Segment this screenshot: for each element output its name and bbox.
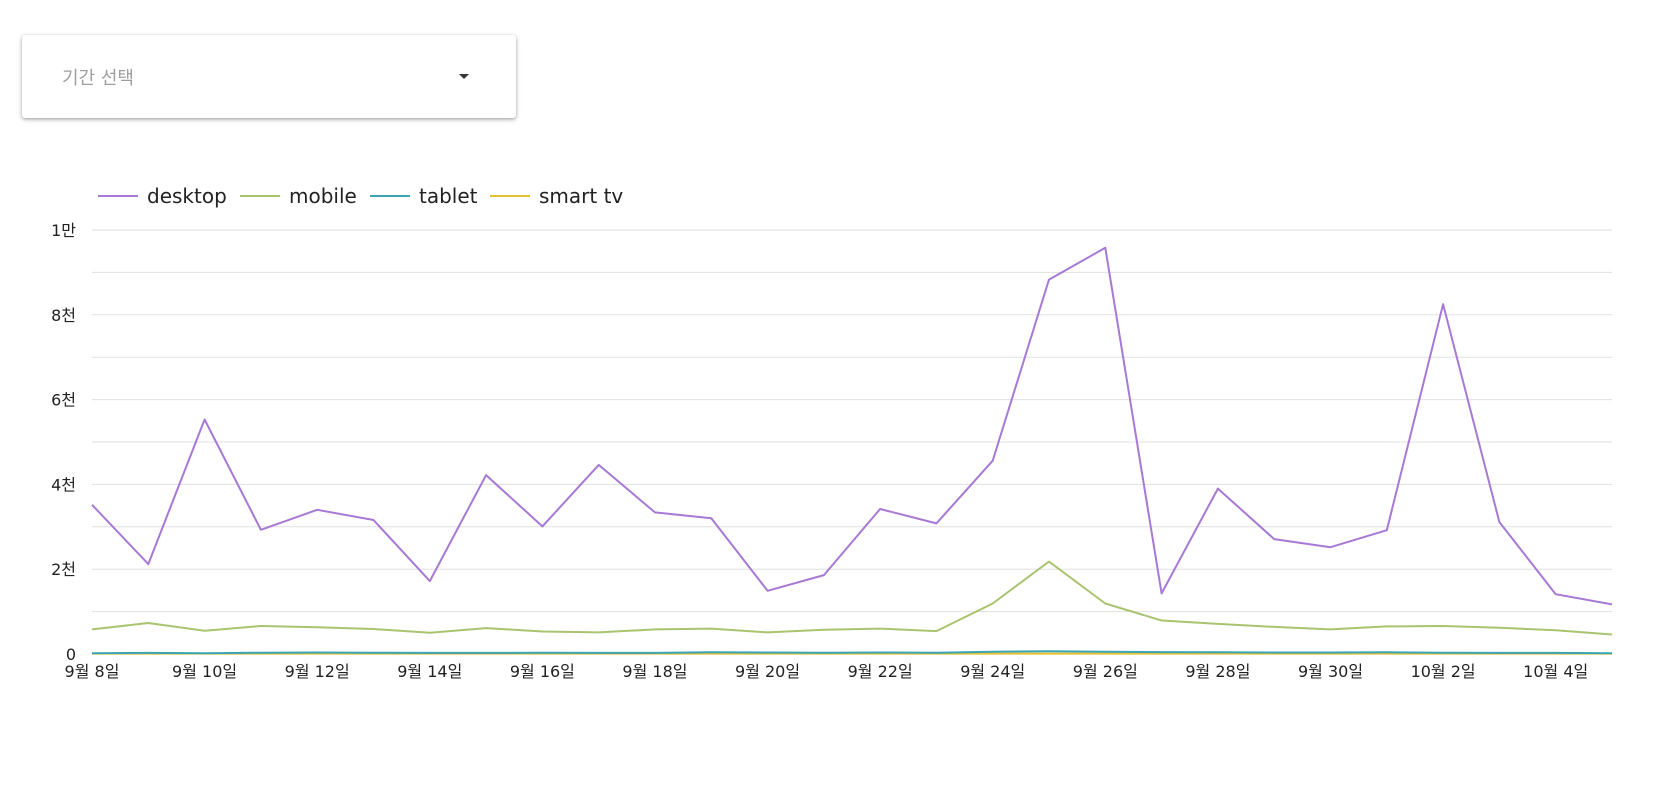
page: 기간 선택 0 2천 4천 6천 8천 1만 9월 8일 9월 10일 9월 12일 9월 14… (0, 0, 1672, 788)
y-tick-label: 4천 (51, 475, 76, 494)
x-tick-label: 9월 16일 (510, 662, 575, 681)
x-tick-label: 9월 8일 (65, 662, 120, 681)
x-tick-label: 9월 24일 (960, 662, 1025, 681)
y-axis-ticks: 02천4천6천8천1만 (51, 221, 76, 664)
x-tick-label: 9월 10일 (172, 662, 237, 681)
x-tick-label: 9월 12일 (285, 662, 350, 681)
legend-item-desktop[interactable]: desktop (98, 184, 227, 208)
series-line-mobile (91, 560, 1613, 636)
series-line-tablet (91, 650, 1613, 655)
chart-gridlines (92, 229, 1612, 655)
y-tick-label: 8천 (51, 306, 76, 325)
x-tick-label: 9월 20일 (735, 662, 800, 681)
legend-label: smart tv (539, 184, 623, 208)
y-tick-label: 6천 (51, 391, 76, 410)
chart-legend[interactable]: desktop mobile tablet smart tv (98, 184, 623, 208)
x-tick-label: 9월 26일 (1073, 662, 1138, 681)
legend-label: tablet (419, 184, 478, 208)
legend-item-tablet[interactable]: tablet (370, 184, 478, 208)
x-axis-ticks: 9월 8일 9월 10일 9월 12일 9월 14일 9월 16일 9월 18일 9월 20… (65, 662, 1589, 681)
x-tick-label: 9월 28일 (1185, 662, 1250, 681)
legend-item-smart-tv[interactable]: smart tv (490, 184, 623, 208)
x-tick-label: 9월 30일 (1298, 662, 1363, 681)
x-tick-label: 9월 18일 (622, 662, 687, 681)
y-tick-label: 1만 (51, 221, 76, 240)
traffic-line-chart: 02천4천6천8천1만 9월 8일 9월 10일 9월 12일 9월 14일 9월 16… (51, 184, 1613, 681)
chart-series (91, 246, 1613, 655)
x-tick-label: 10월 4일 (1523, 662, 1588, 681)
legend-label: mobile (289, 184, 357, 208)
y-tick-label: 2천 (51, 560, 76, 579)
series-line-desktop (91, 246, 1613, 606)
x-tick-label: 10월 2일 (1411, 662, 1476, 681)
x-tick-label: 9월 22일 (848, 662, 913, 681)
x-tick-label: 9월 14일 (397, 662, 462, 681)
legend-label: desktop (147, 184, 227, 208)
legend-item-mobile[interactable]: mobile (240, 184, 357, 208)
